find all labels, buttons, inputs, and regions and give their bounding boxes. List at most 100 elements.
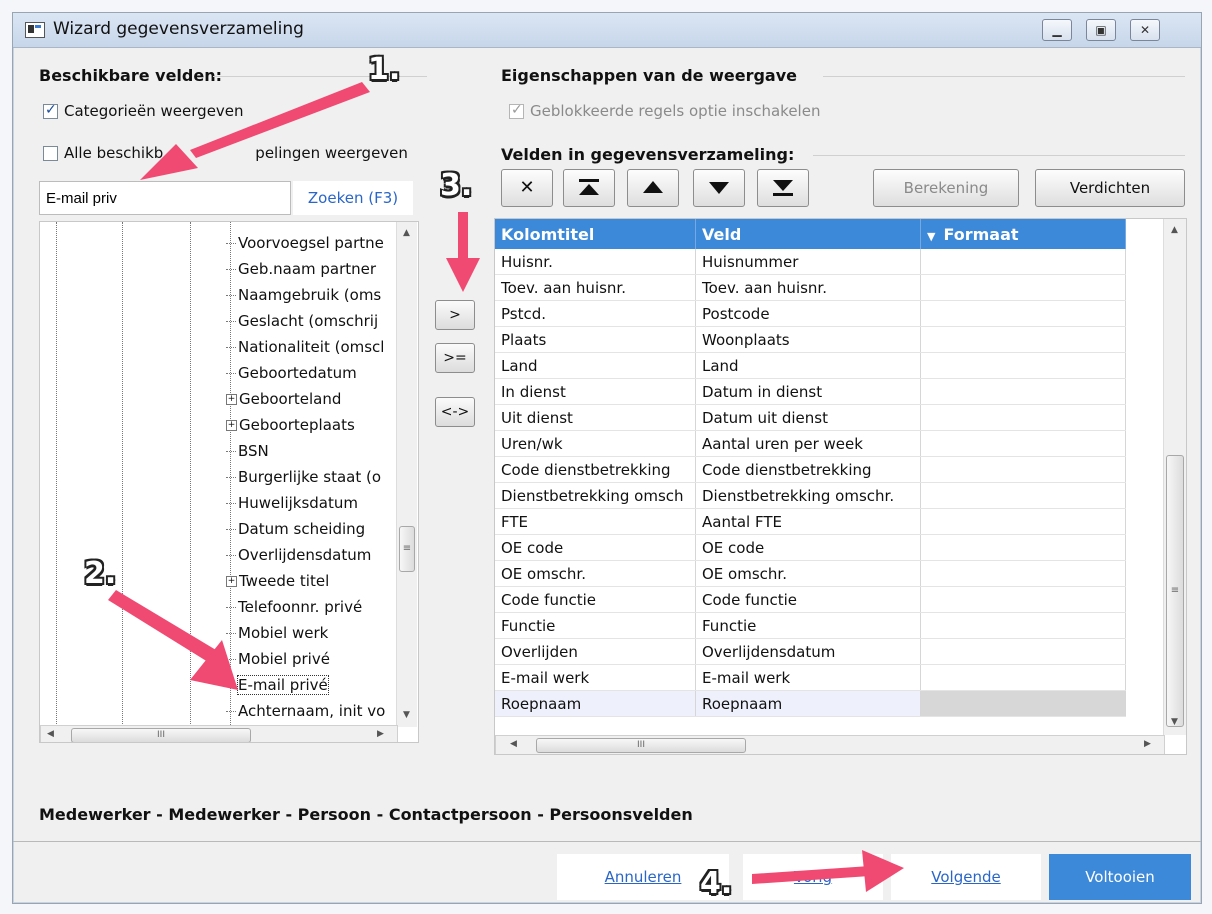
cell-title[interactable]: Uit dienst (495, 404, 696, 431)
cell-field[interactable]: Dienstbetrekking omschr. (695, 482, 921, 509)
column-header-format[interactable]: ▼ Formaat (920, 219, 1126, 249)
scroll-up-icon[interactable]: ▲ (403, 228, 410, 238)
cell-format[interactable] (920, 326, 1126, 353)
table-row[interactable]: OE omschr. OE omschr. (495, 560, 1126, 587)
grid-vertical-scrollbar[interactable]: ▲ ≡ ▼ (1163, 219, 1186, 735)
swap-button[interactable]: <-> (435, 397, 475, 427)
cell-title[interactable]: Code functie (495, 586, 696, 613)
tree-item[interactable]: BSN (226, 438, 269, 464)
cell-format[interactable] (920, 664, 1126, 691)
cell-title[interactable]: In dienst (495, 378, 696, 405)
minimize-button[interactable]: ▁ (1042, 19, 1072, 41)
tree-item[interactable]: Mobiel privé (226, 646, 330, 672)
show-categories-checkbox[interactable]: Categorieën weergeven (43, 102, 244, 120)
move-top-button[interactable] (563, 169, 615, 207)
cell-title[interactable]: Functie (495, 612, 696, 639)
cell-field[interactable]: Postcode (695, 300, 921, 327)
tree-item[interactable]: Naamgebruik (oms (226, 282, 381, 308)
column-header-title[interactable]: Kolomtitel (495, 219, 696, 249)
cell-title[interactable]: Toev. aan huisnr. (495, 274, 696, 301)
scroll-thumb[interactable]: III (71, 728, 251, 742)
tree-item[interactable]: Overlijdensdatum (226, 542, 371, 568)
cell-field[interactable]: Land (695, 352, 921, 379)
calculation-button[interactable]: Berekening (873, 169, 1019, 207)
table-row[interactable]: Land Land (495, 352, 1126, 379)
close-button[interactable]: ✕ (1130, 19, 1160, 41)
cell-format[interactable] (920, 638, 1126, 665)
move-down-button[interactable] (693, 169, 745, 207)
cell-title[interactable]: Land (495, 352, 696, 379)
scroll-left-icon[interactable]: ◀ (47, 729, 54, 739)
add-field-button[interactable]: > (435, 300, 475, 330)
tree-item[interactable]: Voorvoegsel partne (226, 230, 384, 256)
table-row[interactable]: In dienst Datum in dienst (495, 378, 1126, 405)
table-row[interactable]: Plaats Woonplaats (495, 326, 1126, 353)
cell-format[interactable] (920, 430, 1126, 457)
cell-title[interactable]: Plaats (495, 326, 696, 353)
table-row[interactable]: Functie Functie (495, 612, 1126, 639)
move-up-button[interactable] (627, 169, 679, 207)
move-bottom-button[interactable] (757, 169, 809, 207)
tree-item[interactable]: + Geboorteland (226, 386, 341, 412)
cell-format[interactable] (920, 534, 1126, 561)
maximize-button[interactable]: ▣ (1086, 19, 1116, 41)
tree-item[interactable]: Nationaliteit (omscl (226, 334, 384, 360)
cell-format[interactable] (920, 300, 1126, 327)
cell-field[interactable]: Aantal FTE (695, 508, 921, 535)
tree-item[interactable]: + Geboorteplaats (226, 412, 355, 438)
scroll-thumb[interactable]: III (536, 738, 746, 753)
previous-button[interactable]: Vorig (743, 854, 883, 900)
expand-icon[interactable]: + (226, 420, 237, 431)
table-row[interactable]: FTE Aantal FTE (495, 508, 1126, 535)
tree-item[interactable]: + Tweede titel (226, 568, 329, 594)
cell-title[interactable]: Dienstbetrekking omsch (495, 482, 696, 509)
cell-title[interactable]: OE code (495, 534, 696, 561)
cell-format[interactable] (920, 586, 1126, 613)
cell-field[interactable]: Functie (695, 612, 921, 639)
table-row[interactable]: Uit dienst Datum uit dienst (495, 404, 1126, 431)
checkbox-box[interactable] (43, 145, 58, 161)
delete-field-button[interactable]: ✕ (501, 169, 553, 207)
table-row[interactable]: E-mail werk E-mail werk (495, 664, 1126, 691)
cell-field[interactable]: Aantal uren per week (695, 430, 921, 457)
table-row[interactable]: Toev. aan huisnr. Toev. aan huisnr. (495, 274, 1126, 301)
cell-title[interactable]: OE omschr. (495, 560, 696, 587)
tree-item[interactable]: Huwelijksdatum (226, 490, 358, 516)
cell-format[interactable] (920, 274, 1126, 301)
show-all-checkbox[interactable]: Alle beschikb pelingen weergeven (43, 144, 408, 162)
tree-item[interactable]: Achternaam, init vo (226, 698, 385, 724)
next-button[interactable]: Volgende (891, 854, 1041, 900)
cell-format[interactable] (920, 404, 1126, 431)
checkbox-box[interactable] (43, 102, 58, 119)
column-header-field[interactable]: Veld (695, 219, 921, 249)
cell-title[interactable]: Huisnr. (495, 249, 696, 275)
cell-title[interactable]: Roepnaam (495, 690, 696, 717)
tree-item[interactable]: E-mail privé (226, 672, 329, 698)
tree-item[interactable]: Mobiel werk (226, 620, 328, 646)
cell-format[interactable] (920, 690, 1126, 717)
cell-format[interactable] (920, 482, 1126, 509)
tree-item[interactable]: Burgerlijke staat (o (226, 464, 381, 490)
blocked-rules-checkbox[interactable]: Geblokkeerde regels optie inschakelen (509, 102, 820, 120)
tree-item[interactable]: Geb.naam partner (226, 256, 376, 282)
grid-horizontal-scrollbar[interactable]: ◀ III ▶ (495, 735, 1165, 754)
cell-field[interactable]: OE code (695, 534, 921, 561)
add-range-button[interactable]: >= (435, 343, 475, 373)
tree-horizontal-scrollbar[interactable]: ◀ III ▶ (40, 725, 398, 742)
cell-title[interactable]: Pstcd. (495, 300, 696, 327)
cell-field[interactable]: Datum in dienst (695, 378, 921, 405)
cell-field[interactable]: Datum uit dienst (695, 404, 921, 431)
cell-field[interactable]: Roepnaam (695, 690, 921, 717)
cell-field[interactable]: Overlijdensdatum (695, 638, 921, 665)
cell-format[interactable] (920, 249, 1126, 275)
cell-title[interactable]: Overlijden (495, 638, 696, 665)
cell-field[interactable]: Woonplaats (695, 326, 921, 353)
search-button[interactable]: Zoeken (F3) (293, 181, 413, 215)
scroll-left-icon[interactable]: ◀ (510, 739, 517, 749)
scroll-up-icon[interactable]: ▲ (1171, 225, 1178, 235)
scroll-down-icon[interactable]: ▼ (403, 710, 410, 720)
scroll-thumb[interactable]: ≡ (1166, 455, 1184, 727)
fields-grid[interactable]: Kolomtitel Veld ▼ Formaat Huisnr. Huisnumm… (494, 218, 1187, 755)
cell-field[interactable]: E-mail werk (695, 664, 921, 691)
cell-format[interactable] (920, 378, 1126, 405)
